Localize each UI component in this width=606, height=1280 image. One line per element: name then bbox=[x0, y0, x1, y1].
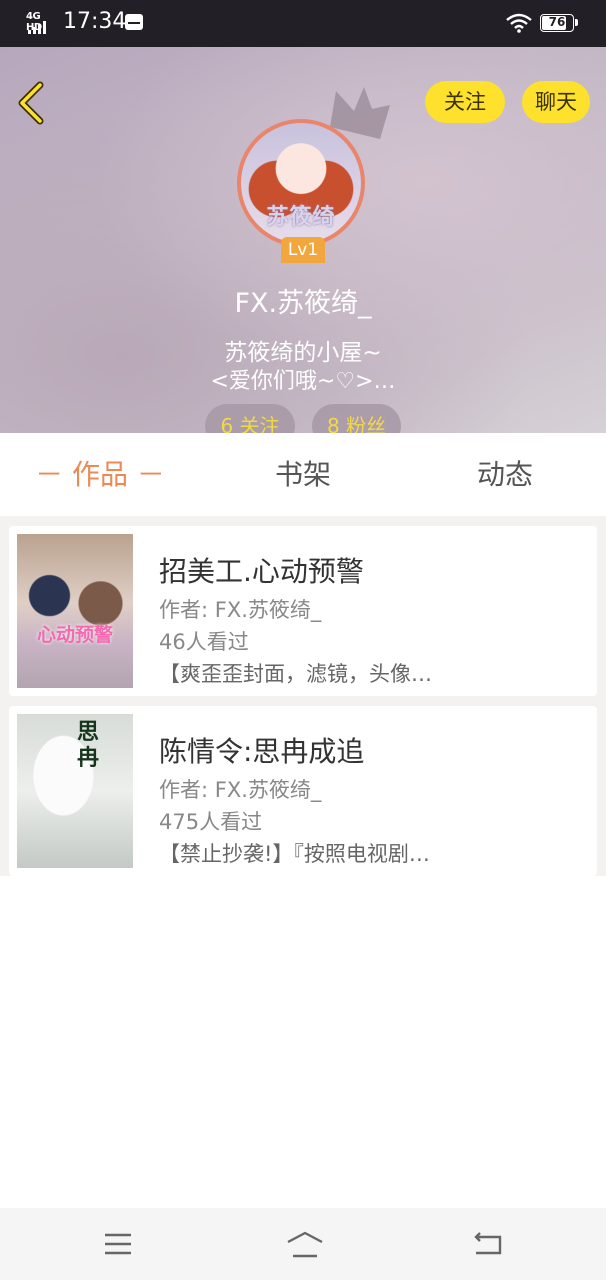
level-badge: Lv1 bbox=[281, 237, 325, 263]
book-description: 【爽歪歪封面，滤镜，头像… bbox=[159, 662, 432, 686]
battery-icon: 76 bbox=[540, 14, 578, 32]
tab-activity[interactable]: 动态 bbox=[425, 433, 585, 516]
system-nav-bar bbox=[0, 1208, 606, 1280]
cover-title: 心动预警 bbox=[36, 624, 113, 646]
bio-line-1: 苏筱绮的小屋~ bbox=[224, 340, 382, 366]
book-cover: 心动预警 bbox=[17, 534, 133, 688]
back-chevron-icon[interactable] bbox=[10, 79, 50, 127]
notification-icon bbox=[125, 14, 143, 30]
menu-icon[interactable] bbox=[103, 1233, 133, 1255]
battery-level: 76 bbox=[548, 15, 566, 29]
list-item[interactable]: 心动预警 招美工.心动预警 作者: FX.苏筱绮_ 46人看过 【爽歪歪封面，滤… bbox=[9, 526, 597, 696]
wifi-icon bbox=[506, 13, 532, 33]
avatar-text: 苏筱绮 bbox=[266, 205, 336, 230]
avatar[interactable]: 苏筱绮 bbox=[237, 119, 365, 247]
chat-button[interactable]: 聊天 bbox=[522, 81, 590, 123]
book-description: 【禁止抄袭!】『按照电视剧… bbox=[159, 842, 430, 866]
follow-button[interactable]: 关注 bbox=[425, 81, 505, 123]
book-title: 陈情令:思冉成追 bbox=[159, 735, 365, 768]
home-icon[interactable] bbox=[285, 1230, 325, 1260]
profile-header: 关注 聊天 苏筱绮 Lv1 FX.苏筱绮_ 苏筱绮的小屋~ <爱你们哦~♡>… … bbox=[0, 47, 606, 433]
signal-icon: 4G HD bbox=[26, 11, 58, 37]
profile-tabs: － 作品 － 书架 动态 bbox=[0, 433, 606, 516]
bio-line-2: <爱你们哦~♡>… bbox=[210, 369, 396, 394]
following-count-button[interactable]: 6 关注 bbox=[205, 404, 295, 433]
tab-works[interactable]: － 作品 － bbox=[20, 433, 180, 516]
back-icon[interactable] bbox=[472, 1232, 504, 1256]
list-item[interactable]: 思冉 陈情令:思冉成追 作者: FX.苏筱绮_ 475人看过 【禁止抄袭!】『按… bbox=[9, 706, 597, 876]
followers-count-button[interactable]: 8 粉丝 bbox=[312, 404, 401, 433]
book-author: 作者: FX.苏筱绮_ bbox=[159, 598, 322, 622]
tab-bookshelf[interactable]: 书架 bbox=[223, 433, 383, 516]
book-title: 招美工.心动预警 bbox=[159, 555, 364, 588]
works-list: 心动预警 招美工.心动预警 作者: FX.苏筱绮_ 46人看过 【爽歪歪封面，滤… bbox=[0, 516, 606, 876]
book-views: 475人看过 bbox=[159, 810, 263, 834]
cover-title: 思冉 bbox=[77, 720, 100, 771]
status-time: 17:34 bbox=[63, 9, 127, 34]
status-bar: 4G HD 17:34 76 bbox=[0, 0, 606, 47]
book-views: 46人看过 bbox=[159, 630, 249, 654]
book-author: 作者: FX.苏筱绮_ bbox=[159, 778, 322, 802]
book-cover: 思冉 bbox=[17, 714, 133, 868]
username: FX.苏筱绮_ bbox=[234, 288, 372, 319]
